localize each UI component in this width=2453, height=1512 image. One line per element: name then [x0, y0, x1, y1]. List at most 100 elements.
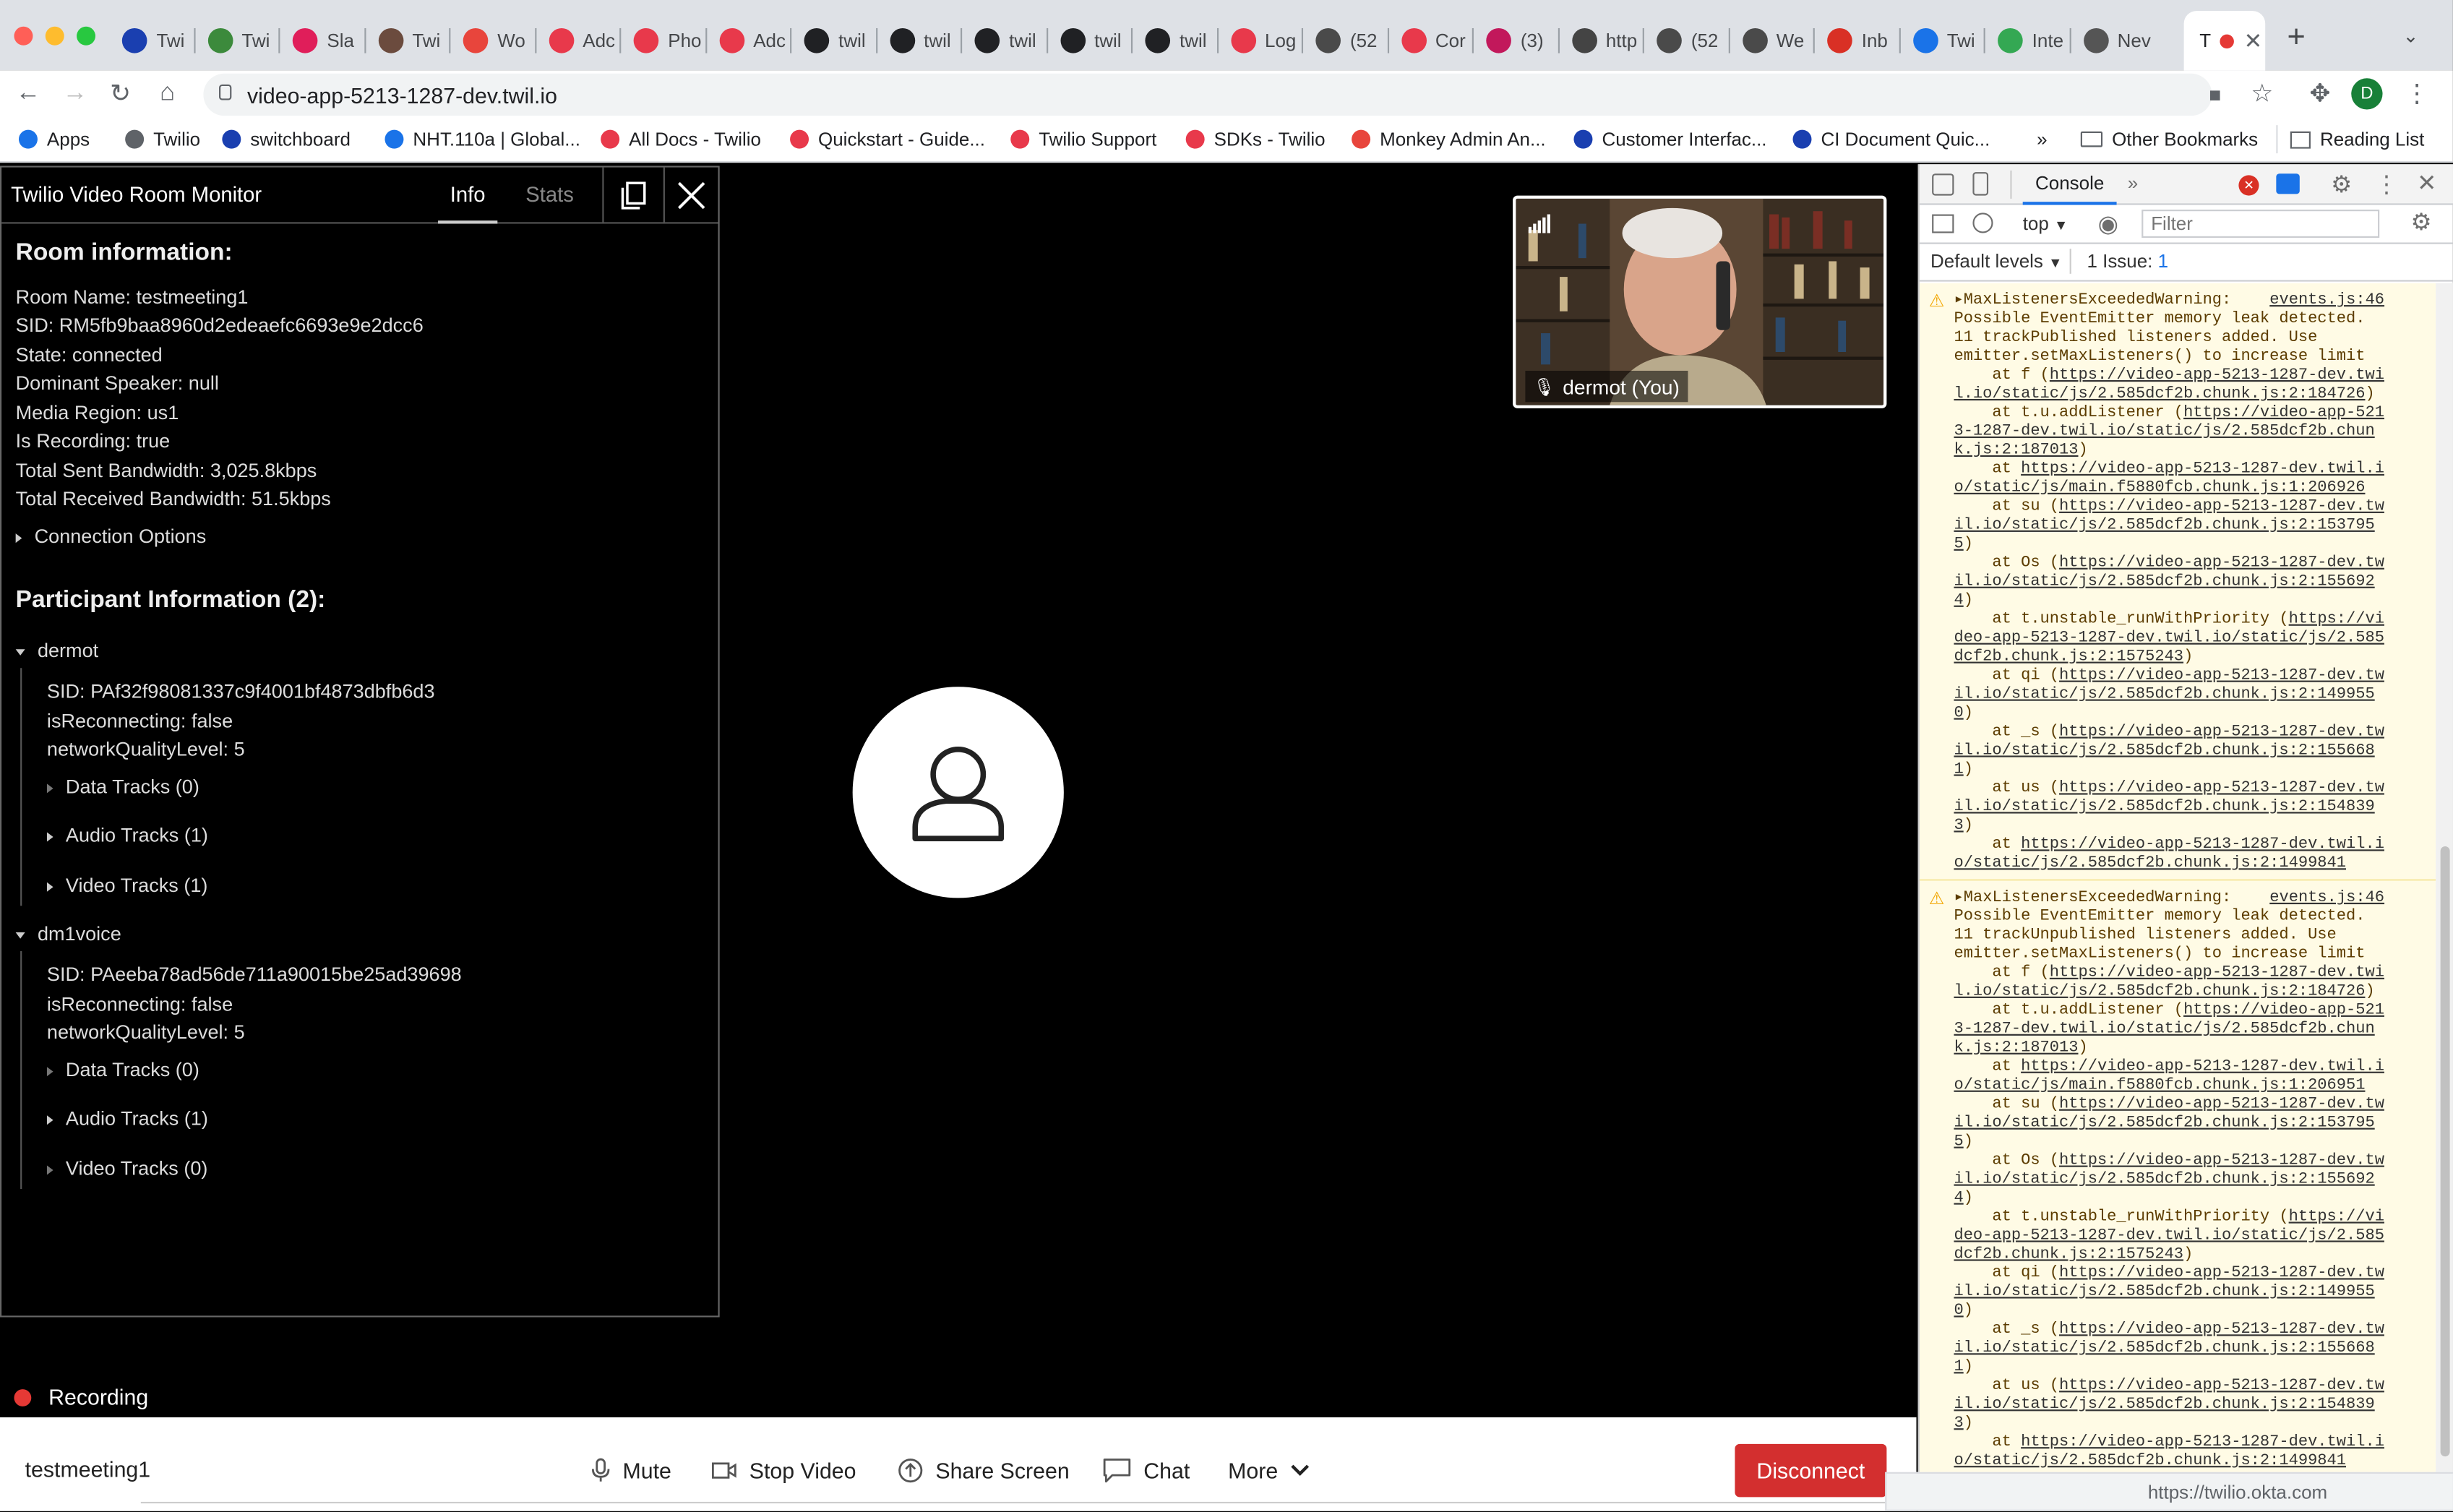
browser-tab[interactable]: Sla [283, 16, 362, 66]
devtools-kebab-icon[interactable]: ⋮ [2375, 171, 2398, 199]
stack-link[interactable]: dcf2b.chunk.js:2:1575243 [1954, 1247, 2183, 1264]
stop-video-button[interactable]: Stop Video [711, 1455, 856, 1486]
home-icon[interactable]: ⌂ [152, 78, 183, 109]
bookmark-item[interactable]: Customer Interfac... [1573, 125, 1767, 153]
browser-tab[interactable]: Adc [539, 16, 618, 66]
forward-icon[interactable]: → [59, 78, 90, 109]
browser-tab[interactable]: twil [1050, 16, 1129, 66]
stack-link[interactable]: https://vi [2289, 611, 2384, 629]
mute-button[interactable]: Mute [591, 1455, 671, 1486]
close-tab-icon[interactable]: ✕ [2244, 27, 2262, 54]
profile-avatar[interactable]: D [2351, 78, 2383, 110]
console-filter-input[interactable] [2141, 210, 2380, 239]
participant-toggle-dermot[interactable]: dermot [15, 640, 98, 662]
stack-link[interactable]: https://video-app-5213-1287-dev.tw [2059, 499, 2384, 516]
browser-tab[interactable]: Adc [710, 16, 789, 66]
warning-source-link[interactable]: events.js:46 [2269, 890, 2384, 908]
bookmark-item[interactable]: Twilio [125, 125, 200, 153]
stack-link[interactable]: 0 [1954, 705, 1963, 723]
stack-link[interactable]: deo-app-5213-1287-dev.twil.io/static/js/… [1954, 630, 2384, 648]
console-settings-gear-icon[interactable]: ⚙ [2410, 208, 2431, 236]
bookmark-item[interactable]: Monkey Admin An... [1352, 125, 1546, 153]
stack-link[interactable]: https://video-app-5213-1287-dev.tw [2059, 724, 2384, 742]
more-tabs-icon[interactable]: » [2128, 172, 2138, 194]
stack-link[interactable]: k.js:2:187013 [1954, 1040, 2078, 1057]
stack-link[interactable]: 3-1287-dev.twil.io/static/js/2.585dcf2b.… [1954, 424, 2374, 442]
stack-link[interactable]: https://vi [2289, 1209, 2384, 1227]
default-levels-dropdown[interactable]: Default levels ▼ [1930, 250, 2062, 272]
video-tracks-toggle[interactable]: Video Tracks (0) [46, 1158, 207, 1180]
stack-link[interactable]: il.io/static/js/2.585dcf2b.chunk.js:2:15… [1954, 574, 2374, 591]
bookmark-item[interactable]: switchboard [222, 125, 351, 153]
stack-link[interactable]: https://video-app-5213-1287-dev.twil.i [2021, 1435, 2384, 1452]
participant-toggle-dm1voice[interactable]: dm1voice [15, 923, 121, 945]
stack-link[interactable]: 4 [1954, 1190, 1963, 1208]
stack-link[interactable]: https://video-app-5213-1287-dev.tw [2059, 1266, 2384, 1283]
self-video-tile[interactable]: 🎙 dermot (You) [1513, 195, 1887, 408]
warning-header[interactable]: ▸MaxListenersExceededWarning: events.js:… [1954, 293, 2429, 312]
browser-tab[interactable]: twil [880, 16, 959, 66]
stack-link[interactable]: 5 [1954, 1134, 1963, 1151]
stack-link[interactable]: https://video-app-5213-1287-dev.twil.i [2021, 462, 2384, 479]
stack-link[interactable]: k.js:2:187013 [1954, 443, 2078, 460]
stack-link[interactable]: il.io/static/js/2.585dcf2b.chunk.js:2:14… [1954, 687, 2374, 704]
back-icon[interactable]: ← [12, 78, 43, 109]
browser-tab[interactable]: Log [1221, 16, 1299, 66]
stack-link[interactable]: https://video-app-5213-1287-dev.tw [2059, 1378, 2384, 1396]
bookmark-star-icon[interactable]: ☆ [2246, 78, 2277, 109]
stack-link[interactable]: 3 [1954, 818, 1963, 836]
stack-link[interactable]: 5 [1954, 536, 1963, 554]
stack-link[interactable]: il.io/static/js/2.585dcf2b.chunk.js:2:15… [1954, 1341, 2374, 1358]
bookmark-item[interactable]: Apps [18, 125, 90, 153]
stack-link[interactable]: https://video-app-5213-1287-dev.twil.i [2021, 1059, 2384, 1076]
browser-tab[interactable]: (52 [1306, 16, 1385, 66]
browser-tab[interactable]: Twi [369, 16, 447, 66]
console-output[interactable]: ⚠ ▸MaxListenersExceededWarning: events.js… [1919, 283, 2436, 1472]
context-selector[interactable]: top ▼ [2023, 212, 2068, 234]
new-tab-button[interactable]: + [2287, 20, 2305, 56]
stack-link[interactable]: il.io/static/js/2.585dcf2b.chunk.js:2:14… [1954, 1284, 2374, 1302]
audio-tracks-toggle[interactable]: Audio Tracks (1) [46, 1107, 208, 1130]
tab-search-chevron-icon[interactable]: ⌄ [2403, 25, 2419, 47]
address-bar[interactable]: video-app-5213-1287-dev.twil.io [203, 73, 2212, 116]
data-tracks-toggle[interactable]: Data Tracks (0) [46, 1059, 199, 1081]
close-monitor-button[interactable] [663, 167, 718, 224]
error-badge-icon[interactable]: ✕ [2238, 175, 2259, 196]
bookmark-item[interactable]: Quickstart - Guide... [790, 125, 985, 153]
stack-link[interactable]: il.io/static/js/2.585dcf2b.chunk.js:2:15… [1954, 1172, 2374, 1189]
reload-icon[interactable]: ↻ [105, 78, 136, 109]
bookmark-item[interactable]: Twilio Support [1010, 125, 1156, 153]
console-warning[interactable]: ⚠ ▸MaxListenersExceededWarning: events.js… [1919, 880, 2436, 1472]
browser-tab[interactable]: Twi [1903, 16, 1982, 66]
stack-link[interactable]: l.io/static/js/2.585dcf2b.chunk.js:2:184… [1954, 387, 2365, 404]
bookmark-item[interactable]: NHT.110a | Global... [385, 125, 580, 153]
stack-link[interactable]: 4 [1954, 593, 1963, 610]
sidebar-toggle-icon[interactable] [1932, 214, 1954, 233]
stack-link[interactable]: 1 [1954, 762, 1963, 779]
stack-link[interactable]: il.io/static/js/2.585dcf2b.chunk.js:2:15… [1954, 743, 2374, 760]
stack-link[interactable]: 0 [1954, 1303, 1963, 1320]
stack-link[interactable]: https://video-app-5213-1287-dev.twi [2050, 965, 2384, 982]
reading-list-button[interactable]: Reading List [2290, 125, 2424, 153]
stack-link[interactable]: https://video-app-5213-1287-dev.twil.i [2021, 837, 2384, 854]
stack-link[interactable]: deo-app-5213-1287-dev.twil.io/static/js/… [1954, 1228, 2384, 1245]
close-window-button[interactable] [14, 26, 33, 46]
tab-info[interactable]: Info [438, 168, 498, 224]
scrollbar-thumb[interactable] [2440, 846, 2450, 1457]
browser-tab[interactable]: Nev [2074, 16, 2152, 66]
stack-link[interactable]: o/static/js/2.585dcf2b.chunk.js:2:149984… [1954, 856, 2346, 873]
extensions-icon[interactable]: ✥ [2304, 78, 2335, 109]
browser-tab[interactable]: Twi [113, 16, 192, 66]
stack-link[interactable]: o/static/js/main.f5880fcb.chunk.js:1:206… [1954, 1078, 2365, 1095]
stack-link[interactable]: https://video-app-521 [2183, 1002, 2384, 1020]
stack-link[interactable]: 1 [1954, 1359, 1963, 1377]
stack-link[interactable]: https://video-app-5213-1287-dev.tw [2059, 1153, 2384, 1170]
stack-link[interactable]: https://video-app-5213-1287-dev.tw [2059, 1096, 2384, 1114]
connection-options-toggle[interactable]: Connection Options [15, 525, 207, 548]
room-monitor-panel[interactable]: Twilio Video Room Monitor Info Stats Roo… [0, 166, 720, 1318]
stack-link[interactable]: https://video-app-5213-1287-dev.tw [2059, 555, 2384, 572]
stack-link[interactable]: https://video-app-5213-1287-dev.tw [2059, 1322, 2384, 1339]
stack-link[interactable]: 3-1287-dev.twil.io/static/js/2.585dcf2b.… [1954, 1021, 2374, 1039]
disconnect-button[interactable]: Disconnect [1735, 1443, 1887, 1498]
stack-link[interactable]: il.io/static/js/2.585dcf2b.chunk.js:2:15… [1954, 1115, 2374, 1133]
